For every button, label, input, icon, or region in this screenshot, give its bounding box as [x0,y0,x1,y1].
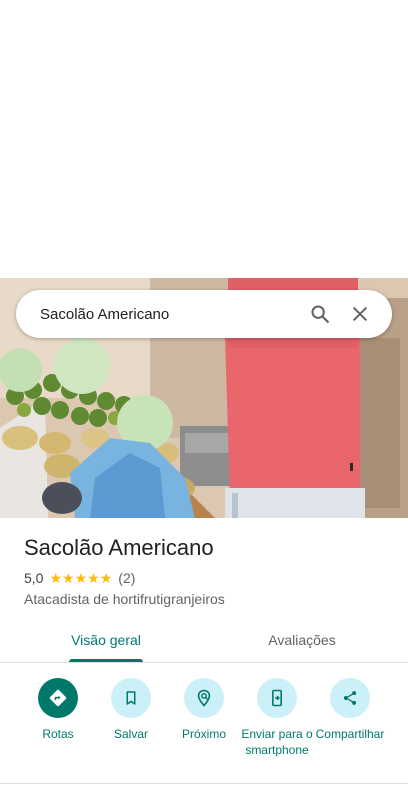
nearby-label: Próximo [181,727,226,741]
active-tab-indicator [69,659,143,662]
nearby-button[interactable]: Próximo [165,678,243,742]
rating-row[interactable]: 5,0 ★ ★ ★ ★ ★ (2) [24,570,135,586]
place-page: Sacolão Americano 5,0 ★ ★ ★ ★ ★ (2) Atac… [0,0,408,796]
tab-reviews-label: Avaliações [268,632,336,648]
star-icon: ★ [99,570,113,586]
star-icon: ★ [74,570,88,586]
rating-stars: ★ ★ ★ ★ ★ [49,571,112,585]
save-icon-circle [111,678,151,718]
map-area-blank [0,0,408,278]
tab-reviews[interactable]: Avaliações [200,618,404,662]
bookmark-icon [126,691,136,705]
share-button[interactable]: Compartilhar [311,678,389,742]
send-to-phone-icon [272,689,282,707]
close-icon [353,307,367,321]
tab-overview-label: Visão geral [71,632,141,648]
search-button[interactable] [300,294,340,334]
share-label: Compartilhar [315,727,385,741]
directions-label: Rotas [42,727,74,741]
place-tabs: Visão geral Avaliações [0,618,408,663]
nearby-icon-circle [184,678,224,718]
send-to-phone-icon-circle [257,678,297,718]
directions-icon-circle [38,678,78,718]
share-icon-circle [330,678,370,718]
place-category[interactable]: Atacadista de hortifrutigranjeiros [24,591,225,607]
star-icon: ★ [49,570,63,586]
save-label: Salvar [113,727,148,741]
place-title: Sacolão Americano [24,535,214,560]
star-icon: ★ [62,570,75,586]
search-icon [311,305,329,323]
save-button[interactable]: Salvar [92,678,170,742]
rating-value: 5,0 [24,570,44,586]
search-bar [16,290,392,338]
directions-button[interactable]: Rotas [19,678,97,742]
send-to-phone-label: Enviar para o smartphone [241,727,313,757]
clear-search-button[interactable] [340,294,380,334]
star-icon: ★ [87,570,100,586]
send-to-phone-button[interactable]: Enviar para o smartphone [238,678,316,758]
action-bar: Rotas Salvar Próximo Enviar para o smart… [0,666,408,784]
review-count[interactable]: (2) [118,570,135,586]
search-input[interactable] [40,294,300,334]
directions-icon [49,689,67,707]
share-icon [343,691,357,705]
tab-overview[interactable]: Visão geral [4,618,208,662]
nearby-icon [197,689,211,707]
